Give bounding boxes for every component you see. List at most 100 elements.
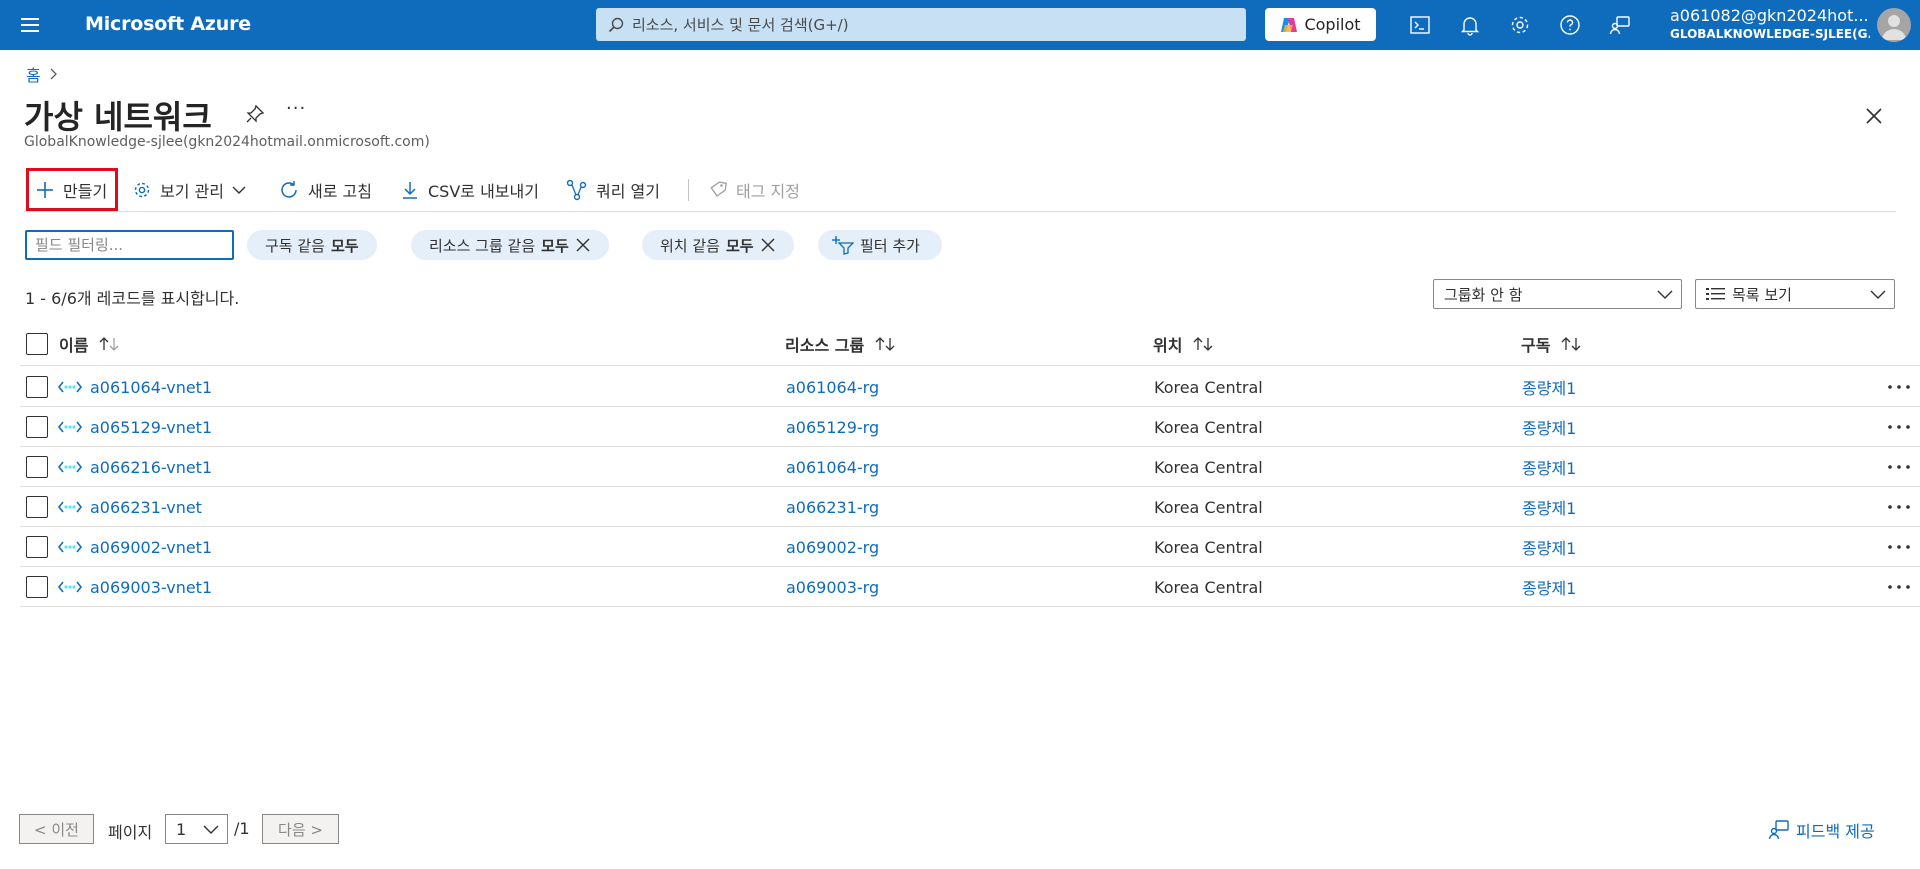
tag-icon <box>708 180 728 200</box>
view-mode-dropdown[interactable]: 목록 보기 <box>1695 279 1895 309</box>
copilot-button[interactable]: Copilot <box>1265 8 1376 41</box>
table-row[interactable]: a069003-vnet1 a069003-rg Korea Central 종… <box>20 567 1920 607</box>
subscription-link[interactable]: 종량제1 <box>1522 567 1576 607</box>
page-label: 페이지 <box>108 823 153 842</box>
assign-tags-label: 태그 지정 <box>736 181 800 201</box>
next-page-button[interactable]: 다음 > <box>262 814 339 844</box>
row-checkbox[interactable] <box>26 536 48 558</box>
column-resource-group-label: 리소스 그룹 <box>785 336 865 355</box>
column-resource-group-header[interactable]: 리소스 그룹 <box>785 322 896 366</box>
command-bar: 만들기 보기 관리 새로 고침 CSV로 내보내기 쿼리 열기 태그 지정 <box>24 168 1896 212</box>
query-graph-icon <box>566 179 588 201</box>
resource-group-link[interactable]: a069003-rg <box>786 567 879 607</box>
row-checkbox[interactable] <box>26 576 48 598</box>
breadcrumb-home[interactable]: 홈 <box>26 62 41 86</box>
page-select[interactable]: 1 <box>165 814 228 844</box>
manage-view-label: 보기 관리 <box>160 181 224 201</box>
manage-view-button[interactable]: 보기 관리 <box>132 168 246 211</box>
column-subscription-header[interactable]: 구독 <box>1521 322 1582 366</box>
chevron-down-icon <box>1657 288 1673 300</box>
subscription-link[interactable]: 종량제1 <box>1522 367 1576 407</box>
subscription-link[interactable]: 종량제1 <box>1522 527 1576 567</box>
resource-group-link[interactable]: a066231-rg <box>786 487 879 527</box>
add-filter-icon <box>832 235 854 255</box>
close-icon[interactable] <box>760 237 776 253</box>
row-checkbox[interactable] <box>26 496 48 518</box>
row-more-icon[interactable] <box>1888 505 1910 509</box>
subscription-filter-pill[interactable]: 구독 같음 모두 <box>247 230 377 260</box>
close-icon[interactable] <box>1864 106 1884 126</box>
vnet-name-link[interactable]: a066231-vnet <box>90 498 202 517</box>
column-name-header[interactable]: 이름 <box>59 322 120 366</box>
add-filter-pill[interactable]: 필터 추가 <box>818 230 942 260</box>
virtual-network-icon <box>58 580 82 594</box>
vnet-name-link[interactable]: a061064-vnet1 <box>90 378 212 397</box>
refresh-label: 새로 고침 <box>308 181 372 201</box>
row-more-icon[interactable] <box>1888 585 1910 589</box>
breadcrumb: 홈 <box>26 62 59 86</box>
global-search[interactable] <box>596 8 1246 41</box>
row-more-icon[interactable] <box>1888 425 1910 429</box>
vnet-name-link[interactable]: a069002-vnet1 <box>90 538 212 557</box>
brand-title[interactable]: Microsoft Azure <box>85 13 251 35</box>
pin-icon[interactable] <box>245 104 265 124</box>
create-label: 만들기 <box>63 181 108 201</box>
vnet-name-link[interactable]: a069003-vnet1 <box>90 578 212 597</box>
search-input[interactable] <box>632 8 1232 41</box>
question-icon[interactable] <box>1558 13 1582 37</box>
gear-icon[interactable] <box>1508 13 1532 37</box>
close-icon[interactable] <box>575 237 591 253</box>
row-more-icon[interactable] <box>1888 385 1910 389</box>
location-text: Korea Central <box>1154 577 1263 597</box>
account-menu[interactable]: a061082@gkn2024hot... GLOBALKNOWLEDGE-SJ… <box>1670 6 1870 41</box>
gear-icon <box>132 180 152 200</box>
plus-icon <box>35 180 55 200</box>
table-row[interactable]: a061064-vnet1 a061064-rg Korea Central 종… <box>20 367 1920 407</box>
chevron-down-icon <box>232 185 246 195</box>
view-mode-value: 목록 보기 <box>1732 285 1792 304</box>
table-row[interactable]: a069002-vnet1 a069002-rg Korea Central 종… <box>20 527 1920 567</box>
subscription-link[interactable]: 종량제1 <box>1522 487 1576 527</box>
resource-group-filter-pill[interactable]: 리소스 그룹 같음 모두 <box>411 230 609 260</box>
table-row[interactable]: a066216-vnet1 a061064-rg Korea Central 종… <box>20 447 1920 487</box>
resource-group-link[interactable]: a069002-rg <box>786 527 879 567</box>
vnet-name-link[interactable]: a065129-vnet1 <box>90 418 212 437</box>
export-csv-button[interactable]: CSV로 내보내기 <box>400 168 539 211</box>
column-location-header[interactable]: 위치 <box>1153 322 1214 366</box>
bell-icon[interactable] <box>1458 13 1482 37</box>
row-checkbox[interactable] <box>26 416 48 438</box>
table-row[interactable]: a065129-vnet1 a065129-rg Korea Central 종… <box>20 407 1920 447</box>
row-more-icon[interactable] <box>1888 465 1910 469</box>
vnet-name-link[interactable]: a066216-vnet1 <box>90 458 212 477</box>
row-checkbox[interactable] <box>26 456 48 478</box>
subscription-link[interactable]: 종량제1 <box>1522 407 1576 447</box>
row-more-icon[interactable] <box>1888 545 1910 549</box>
location-filter-pill[interactable]: 위치 같음 모두 <box>642 230 794 260</box>
location-text: Korea Central <box>1154 457 1263 477</box>
location-text: Korea Central <box>1154 377 1263 397</box>
field-filter-input[interactable] <box>25 230 234 260</box>
virtual-network-icon <box>58 420 82 434</box>
select-all-checkbox[interactable] <box>26 333 48 355</box>
feedback-link[interactable]: 피드백 제공 <box>1768 818 1875 842</box>
resource-group-link[interactable]: a065129-rg <box>786 407 879 447</box>
grouping-dropdown[interactable]: 그룹화 안 함 <box>1433 279 1682 309</box>
refresh-button[interactable]: 새로 고침 <box>278 168 372 211</box>
hamburger-icon[interactable] <box>20 15 42 35</box>
select-all-checkbox-cell[interactable] <box>26 322 48 366</box>
create-button[interactable]: 만들기 <box>26 168 119 211</box>
page-select-value: 1 <box>176 819 187 839</box>
prev-page-button[interactable]: < 이전 <box>19 814 94 844</box>
more-actions-button[interactable]: ··· <box>286 98 306 119</box>
subscription-link[interactable]: 종량제1 <box>1522 447 1576 487</box>
open-query-button[interactable]: 쿼리 열기 <box>566 168 660 211</box>
table-row[interactable]: a066231-vnet a066231-rg Korea Central 종량… <box>20 487 1920 527</box>
avatar[interactable] <box>1877 8 1911 42</box>
row-checkbox[interactable] <box>26 376 48 398</box>
feedback-person-icon[interactable] <box>1608 13 1632 37</box>
terminal-icon[interactable] <box>1408 13 1432 37</box>
assign-tags-button[interactable]: 태그 지정 <box>708 168 800 211</box>
resource-group-link[interactable]: a061064-rg <box>786 367 879 407</box>
subscription-filter-value: 모두 <box>330 236 359 255</box>
resource-group-link[interactable]: a061064-rg <box>786 447 879 487</box>
